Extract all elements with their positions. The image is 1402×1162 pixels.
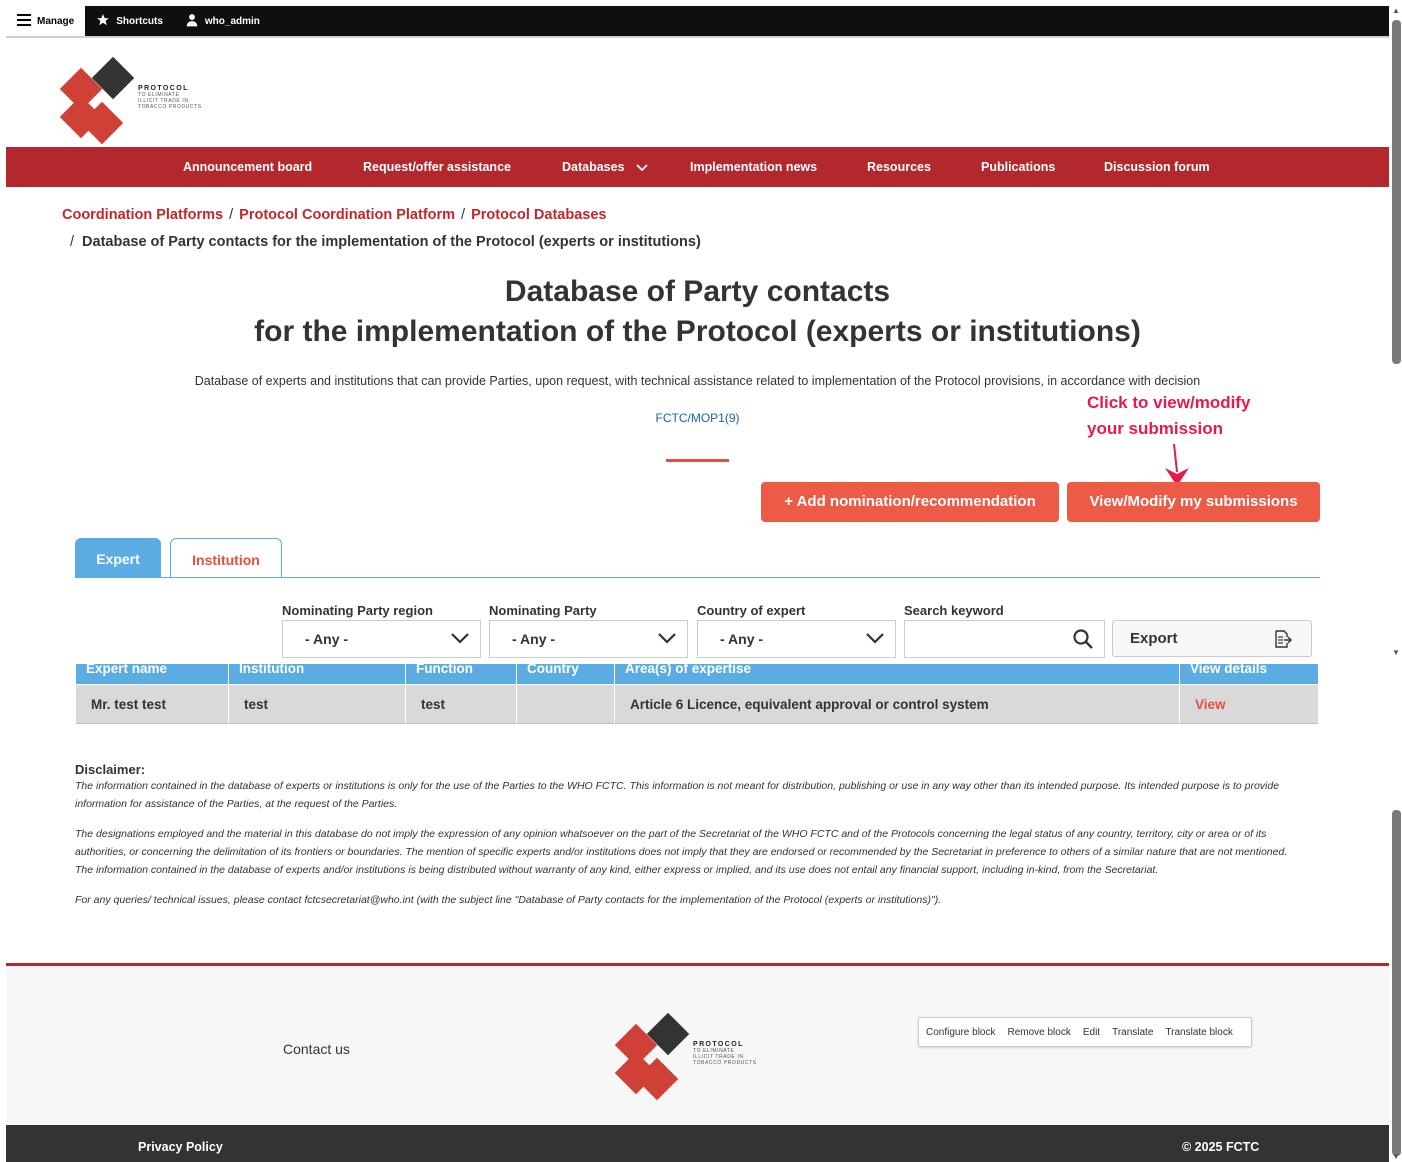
party-filter-label: Nominating Party xyxy=(489,603,597,618)
title-divider xyxy=(666,459,729,462)
breadcrumb-current: / Database of Party contacts for the impl… xyxy=(70,234,701,250)
translate-block-link[interactable]: Translate block xyxy=(1165,1027,1232,1038)
user-label: who_admin xyxy=(204,15,260,27)
export-file-icon xyxy=(1273,629,1293,653)
breadcrumb-link[interactable]: Protocol Databases xyxy=(471,207,606,223)
region-filter-label: Nominating Party region xyxy=(282,603,433,618)
page-title: Database of Party contacts for the imple… xyxy=(254,275,1141,348)
copyright: © 2025 FCTC xyxy=(1182,1140,1260,1154)
shortcuts-button[interactable]: Shortcuts xyxy=(85,6,174,36)
column-header[interactable]: Institution xyxy=(228,664,405,684)
scroll-down-icon[interactable]: ▼ xyxy=(1392,1152,1400,1161)
site-logo[interactable]: PROTOCOL TO ELIMINATE ILLICIT TRADE IN T… xyxy=(59,56,230,145)
contact-us-link[interactable]: Contact us xyxy=(283,1041,350,1057)
edit-link[interactable]: Edit xyxy=(1083,1027,1100,1038)
chevron-down-icon xyxy=(450,628,470,651)
hamburger-icon xyxy=(17,13,31,29)
add-nomination-button[interactable]: + Add nomination/recommendation xyxy=(761,482,1059,522)
column-header: View details xyxy=(1179,664,1318,684)
tab-institution[interactable]: Institution xyxy=(170,538,282,578)
breadcrumb: Coordination Platforms / Protocol Coordina… xyxy=(62,207,607,223)
manage-button[interactable]: Manage xyxy=(6,6,86,36)
disclaimer-contact: For any queries/ technical issues, pleas… xyxy=(75,894,942,906)
shortcuts-label: Shortcuts xyxy=(116,15,163,27)
breadcrumb-link[interactable]: Protocol Coordination Platform xyxy=(239,207,455,223)
view-details-link[interactable]: View xyxy=(1179,685,1318,724)
privacy-policy-link[interactable]: Privacy Policy xyxy=(138,1140,223,1154)
contextual-links-menu: Configure block Remove block Edit Transl… xyxy=(918,1017,1252,1047)
configure-block-link[interactable]: Configure block xyxy=(926,1027,995,1038)
column-header[interactable]: Function xyxy=(405,664,516,684)
table-cell-expertise: Article 6 Licence, equivalent approval o… xyxy=(614,685,1179,724)
table-cell-function: test xyxy=(405,685,516,724)
nav-implementation-news[interactable]: Implementation news xyxy=(690,147,817,187)
disclaimer-title: Disclaimer: xyxy=(75,762,146,777)
breadcrumb-link[interactable]: Coordination Platforms xyxy=(62,207,223,223)
translate-link[interactable]: Translate xyxy=(1112,1027,1153,1038)
party-select-value: - Any - xyxy=(512,631,556,647)
table-cell-country xyxy=(516,685,614,724)
scrollbar-thumb[interactable] xyxy=(1392,20,1401,364)
export-button[interactable]: Export xyxy=(1112,620,1312,657)
chevron-down-icon xyxy=(657,628,677,651)
disclaimer: Disclaimer: The information contained in… xyxy=(75,762,1307,921)
tab-expert[interactable]: Expert xyxy=(75,538,161,578)
admin-toolbar: Manage Shortcuts who_admin xyxy=(6,6,1389,36)
disclaimer-paragraph: The information contained in the databas… xyxy=(75,780,1280,810)
column-header[interactable]: Area(s) of expertise xyxy=(614,664,1179,684)
region-select-value: - Any - xyxy=(305,631,349,647)
country-select[interactable]: - Any - xyxy=(697,620,896,658)
footer-logo[interactable]: PROTOCOL TO ELIMINATE ILLICIT TRADE IN T… xyxy=(614,1012,785,1101)
party-select[interactable]: - Any - xyxy=(489,620,688,658)
logo-text: PROTOCOL TO ELIMINATE ILLICIT TRADE IN T… xyxy=(138,85,202,110)
column-header[interactable]: Country xyxy=(516,664,614,684)
country-filter-label: Country of expert xyxy=(697,603,806,618)
manage-label: Manage xyxy=(37,15,75,27)
scroll-up-icon[interactable]: ▲ xyxy=(1392,6,1400,15)
table-cell-institution: test xyxy=(228,685,405,724)
main-navigation: Announcement board Request/offer assista… xyxy=(6,147,1389,187)
star-icon xyxy=(96,13,110,30)
tabs-underline xyxy=(75,577,1320,578)
nav-databases-label: Databases xyxy=(562,160,625,174)
export-label: Export xyxy=(1130,630,1178,647)
table-header: Expert name Institution Function Country… xyxy=(76,664,1318,684)
search-input[interactable] xyxy=(904,620,1105,658)
remove-block-link[interactable]: Remove block xyxy=(1007,1027,1070,1038)
column-header[interactable]: Expert name xyxy=(76,664,228,684)
nav-request-offer-assistance[interactable]: Request/offer assistance xyxy=(363,147,511,187)
scrollbar-thumb[interactable] xyxy=(1392,810,1401,1156)
search-label: Search keyword xyxy=(904,603,1004,618)
nav-discussion-forum[interactable]: Discussion forum xyxy=(1104,147,1210,187)
page-intro: Database of experts and institutions tha… xyxy=(194,374,1201,388)
user-icon xyxy=(185,13,199,30)
admin-toolbar-shadow xyxy=(6,36,1389,38)
view-modify-submissions-button[interactable]: View/Modify my submissions xyxy=(1067,482,1320,522)
logo-text: PROTOCOL TO ELIMINATE ILLICIT TRADE IN T… xyxy=(693,1041,757,1066)
nav-databases[interactable]: Databases xyxy=(562,147,648,187)
country-select-value: - Any - xyxy=(720,631,764,647)
table-row: Mr. test test test test Article 6 Licenc… xyxy=(76,685,1318,724)
chevron-down-icon xyxy=(865,628,885,651)
table-cell-expert-name: Mr. test test xyxy=(91,697,167,712)
disclaimer-paragraph: The designations employed and the materi… xyxy=(75,828,1288,876)
scroll-down-icon[interactable]: ▼ xyxy=(1392,648,1400,657)
nav-resources[interactable]: Resources xyxy=(867,147,931,187)
annotation-callout: Click to view/modify your submission xyxy=(1087,393,1251,438)
chevron-down-icon xyxy=(636,148,648,188)
search-icon[interactable] xyxy=(1072,628,1094,655)
region-select[interactable]: - Any - xyxy=(282,620,481,658)
nav-announcement-board[interactable]: Announcement board xyxy=(183,147,312,187)
user-button[interactable]: who_admin xyxy=(174,6,271,36)
nav-publications[interactable]: Publications xyxy=(981,147,1055,187)
